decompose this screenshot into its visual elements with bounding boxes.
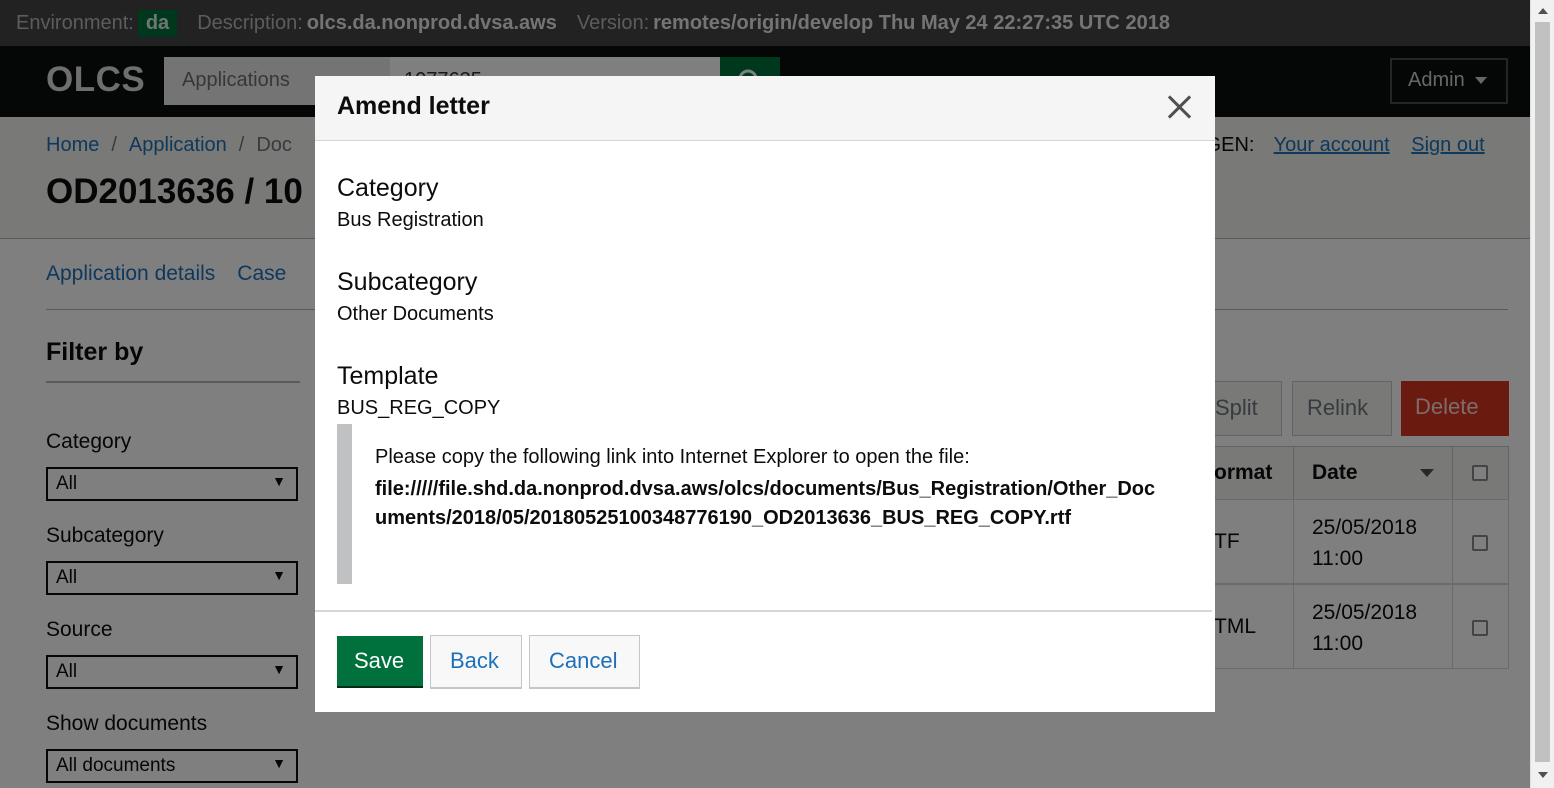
scroll-down-arrow-icon[interactable] [1538,772,1548,778]
scroll-up-arrow-icon[interactable] [1538,8,1548,14]
save-button[interactable]: Save [337,636,423,688]
divider [315,610,1212,612]
category-label: Category [337,174,439,202]
file-link[interactable]: file://///file.shd.da.nonprod.dvsa.aws/o… [375,475,1165,533]
file-link-notice: Please copy the following link into Inte… [337,424,1197,584]
cancel-button[interactable]: Cancel [529,635,640,689]
page-scrollbar[interactable] [1530,0,1554,788]
modal-title: Amend letter [337,92,490,120]
notice-text: Please copy the following link into Inte… [375,446,970,468]
subcategory-value: Other Documents [337,303,494,325]
close-icon[interactable] [1165,92,1195,122]
notice-border [337,424,352,584]
template-value: BUS_REG_COPY [337,397,501,419]
modal-header: Amend letter [315,76,1215,141]
back-button[interactable]: Back [430,635,522,689]
category-value: Bus Registration [337,209,484,231]
scrollbar-thumb[interactable] [1535,22,1550,762]
template-label: Template [337,362,439,390]
amend-letter-modal: Amend letter Category Bus Registration S… [315,76,1215,712]
subcategory-label: Subcategory [337,268,478,296]
